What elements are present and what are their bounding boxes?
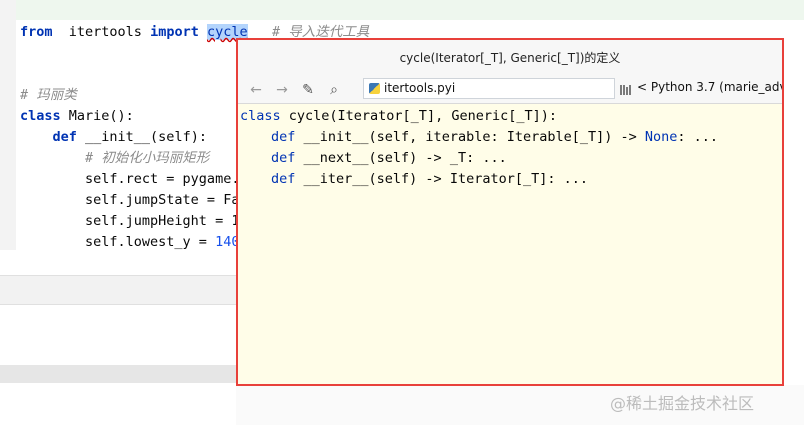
code-token: import: [150, 24, 199, 40]
watermark: @稀土掘金技术社区: [610, 394, 755, 413]
editor-line[interactable]: self.rect = pygame.: [20, 169, 239, 190]
forward-arrow-icon[interactable]: →: [272, 80, 292, 100]
python-library-label[interactable]: < Python 3.7 (marie_adventure): [637, 80, 782, 94]
code-token: self.lowest_y =: [20, 234, 216, 250]
python-file-icon: [369, 83, 380, 94]
code-token: class: [20, 108, 61, 124]
editor-line[interactable]: # 初始化小玛丽矩形: [20, 148, 209, 169]
code-token: self.jumpHeight = 1: [20, 213, 240, 229]
popup-toolbar: ← → ✎ ⌕ itertools.pyi < Python 3.7 (mari…: [238, 76, 782, 104]
back-arrow-icon[interactable]: ←: [246, 80, 266, 100]
editor-line[interactable]: # 玛丽类: [20, 85, 77, 106]
editor-line[interactable]: self.jumpState = Fa: [20, 190, 239, 211]
edit-source-icon[interactable]: ✎: [298, 80, 318, 100]
code-token: class: [240, 108, 281, 124]
code-token: itertools: [52, 24, 151, 40]
code-token: __init__(self, iterable: Iterable[_T]) -…: [295, 129, 645, 145]
code-token: def: [52, 129, 77, 145]
definition-line: def __iter__(self) -> Iterator[_T]: ...: [238, 169, 782, 190]
code-token: __iter__(self) -> Iterator[_T]: ...: [295, 171, 588, 187]
editor-gutter[interactable]: [0, 0, 16, 250]
popup-title: cycle(Iterator[_T], Generic[_T])的定义: [238, 40, 782, 76]
file-name: itertools.pyi: [384, 81, 456, 95]
editor-current-line-band: [0, 0, 804, 20]
definition-line: def __next__(self) -> _T: ...: [238, 148, 782, 169]
horizontal-scrollbar[interactable]: [0, 365, 236, 383]
code-token: None: [644, 129, 678, 145]
editor-line[interactable]: class Marie():: [20, 106, 134, 127]
code-token: __next__(self) -> _T: ...: [295, 150, 507, 166]
code-token: def: [271, 150, 296, 166]
code-token: self.rect = pygame.: [20, 171, 240, 187]
code-token: def: [271, 129, 296, 145]
definition-line: class cycle(Iterator[_T], Generic[_T]):: [238, 106, 782, 127]
definition-popup[interactable]: cycle(Iterator[_T], Generic[_T])的定义 ← → …: [236, 38, 784, 386]
code-token: __init__(self):: [76, 129, 207, 145]
code-token: def: [271, 171, 296, 187]
code-token: : ...: [677, 129, 719, 145]
code-token: Marie():: [60, 108, 134, 124]
code-token: self.jumpState = Fa: [20, 192, 240, 208]
definition-line: def __init__(self, iterable: Iterable[_T…: [238, 127, 782, 148]
file-name-chip[interactable]: itertools.pyi: [363, 78, 615, 99]
editor-line[interactable]: def __init__(self):: [20, 127, 207, 148]
library-icon: [620, 85, 631, 95]
tool-window-strip[interactable]: [0, 275, 236, 305]
code-token: from: [20, 24, 53, 40]
code-token: cycle(Iterator[_T], Generic[_T]):: [280, 108, 557, 124]
code-token: # 初始化小玛丽矩形: [85, 150, 210, 166]
code-token: # 玛丽类: [20, 87, 77, 103]
definition-code[interactable]: class cycle(Iterator[_T], Generic[_T]): d…: [238, 106, 782, 190]
find-usages-icon[interactable]: ⌕: [324, 80, 344, 100]
editor-line[interactable]: self.jumpHeight = 1: [20, 211, 239, 232]
